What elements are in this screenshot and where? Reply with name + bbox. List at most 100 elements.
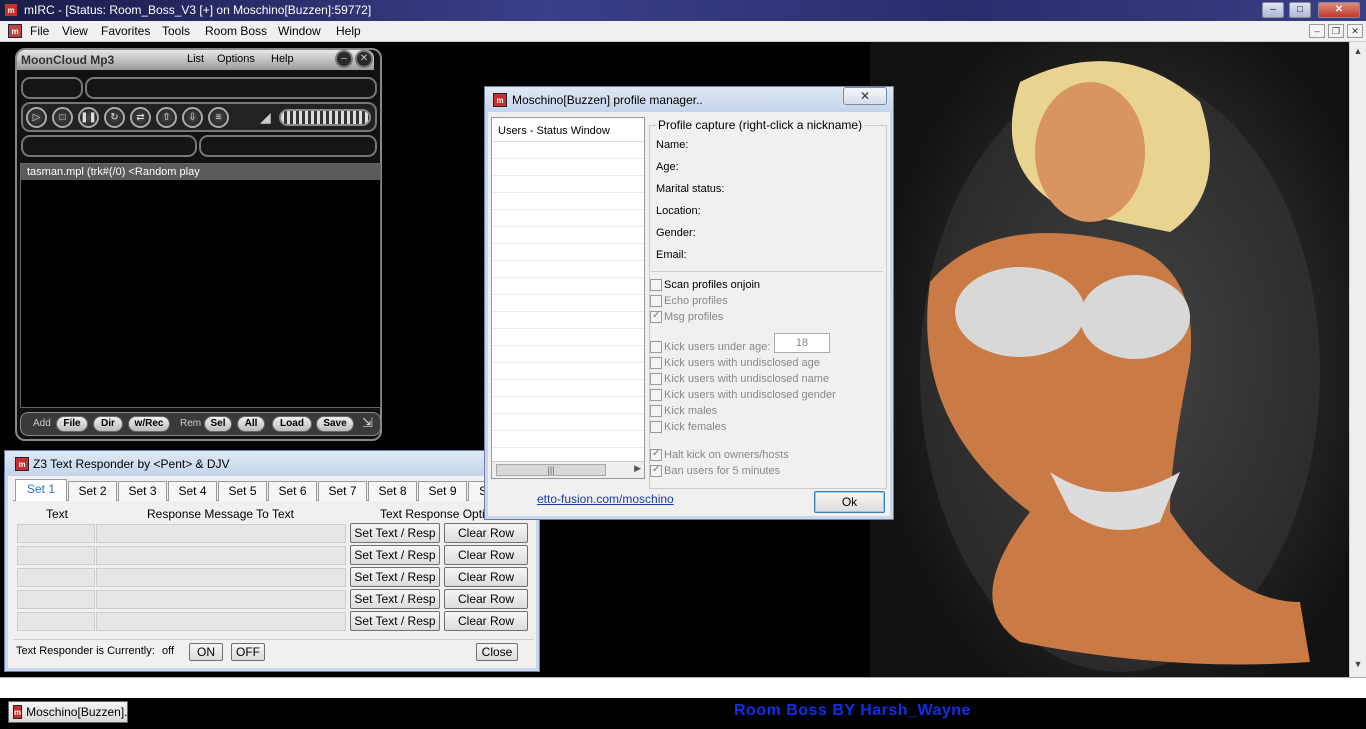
trigger-text-field[interactable]: [17, 590, 95, 609]
player-close-icon[interactable]: ✕: [355, 50, 373, 68]
kick-females-checkbox[interactable]: [650, 421, 662, 433]
menu-help[interactable]: Help: [336, 24, 361, 38]
add-wrec-button[interactable]: w/Rec: [128, 416, 170, 432]
set-text-resp-button[interactable]: Set Text / Resp: [350, 523, 440, 543]
tab-set-1[interactable]: Set 1: [15, 479, 67, 501]
kick-males-checkbox[interactable]: [650, 405, 662, 417]
trigger-text-field[interactable]: [17, 612, 95, 631]
play-icon[interactable]: ▷: [26, 107, 47, 128]
tab-set-3[interactable]: Set 3: [118, 481, 167, 501]
player-controls-bar: ▷ □ ❚❚ ↻ ⇄ ⇧ ⇩ ≡ ◢: [21, 102, 377, 132]
load-button[interactable]: Load: [272, 416, 312, 432]
mdi-restore-button[interactable]: ❐: [1328, 24, 1344, 38]
rem-sel-button[interactable]: Sel: [204, 416, 232, 432]
command-input[interactable]: [0, 677, 1366, 698]
scroll-right-icon[interactable]: ▶: [634, 463, 641, 474]
trigger-text-field[interactable]: [17, 568, 95, 587]
kick-undisclosed-name-checkbox[interactable]: [650, 373, 662, 385]
set-text-resp-button[interactable]: Set Text / Resp: [350, 589, 440, 609]
down-icon[interactable]: ⇩: [182, 107, 203, 128]
kick-undisclosed-gender-checkbox[interactable]: [650, 389, 662, 401]
rem-all-button[interactable]: All: [237, 416, 265, 432]
tab-set-8[interactable]: Set 8: [368, 481, 417, 501]
scroll-up-icon[interactable]: ▲: [1352, 46, 1364, 58]
off-button[interactable]: OFF: [231, 643, 265, 661]
player-playlist[interactable]: tasman.mpl (trk#(/0) <Random play: [20, 163, 381, 408]
response-text-field[interactable]: [96, 546, 346, 565]
mdi-minimize-button[interactable]: –: [1309, 24, 1325, 38]
profile-close-icon[interactable]: ✕: [843, 87, 887, 105]
mdi-close-button[interactable]: ✕: [1347, 24, 1363, 38]
add-dir-button[interactable]: Dir: [93, 416, 123, 432]
tab-set-5[interactable]: Set 5: [218, 481, 267, 501]
mdi-child-icon[interactable]: m: [8, 24, 22, 38]
set-text-resp-button[interactable]: Set Text / Resp: [350, 611, 440, 631]
tab-set-6[interactable]: Set 6: [268, 481, 317, 501]
on-button[interactable]: ON: [189, 643, 223, 661]
clear-row-button[interactable]: Clear Row: [444, 567, 528, 587]
taskbar-window-button[interactable]: m Moschino[Buzzen]...: [8, 701, 134, 723]
col-header-text: Text: [46, 507, 69, 521]
menu-room-boss[interactable]: Room Boss: [205, 24, 267, 38]
up-icon[interactable]: ⇧: [156, 107, 177, 128]
response-text-field[interactable]: [96, 612, 346, 631]
playlist-icon[interactable]: ≡: [208, 107, 229, 128]
kick-under-age-checkbox[interactable]: [650, 341, 662, 353]
tab-set-4[interactable]: Set 4: [168, 481, 217, 501]
minimize-button[interactable]: –: [1262, 2, 1284, 18]
tab-set-2[interactable]: Set 2: [68, 481, 117, 501]
save-button[interactable]: Save: [316, 416, 354, 432]
menu-favorites[interactable]: Favorites: [101, 24, 150, 38]
menu-window[interactable]: Window: [278, 24, 321, 38]
age-limit-input[interactable]: 18: [774, 333, 830, 353]
users-hscrollbar[interactable]: ||| ▶: [492, 461, 644, 478]
ban-users-checkbox[interactable]: [650, 464, 662, 477]
z3-title-bar[interactable]: m Z3 Text Responder by <Pent> & DJV ✕: [5, 451, 539, 476]
stop-icon[interactable]: □: [52, 107, 73, 128]
shuffle-icon[interactable]: ⇄: [130, 107, 151, 128]
player-menu-options[interactable]: Options: [217, 53, 255, 65]
clear-row-button[interactable]: Clear Row: [444, 589, 528, 609]
clear-row-button[interactable]: Clear Row: [444, 523, 528, 543]
moschino-link[interactable]: etto-fusion.com/moschino: [537, 492, 674, 506]
tab-set-9[interactable]: Set 9: [418, 481, 467, 501]
users-scroll-thumb[interactable]: |||: [496, 464, 606, 476]
kick-undisclosed-age-checkbox[interactable]: [650, 357, 662, 369]
ok-button[interactable]: Ok: [814, 491, 885, 513]
trigger-text-field[interactable]: [17, 546, 95, 565]
z3-close-button[interactable]: Close: [476, 643, 518, 661]
volume-slider[interactable]: [279, 109, 371, 126]
set-text-resp-button[interactable]: Set Text / Resp: [350, 567, 440, 587]
add-file-button[interactable]: File: [56, 416, 88, 432]
pause-icon[interactable]: ❚❚: [78, 107, 99, 128]
set-text-resp-button[interactable]: Set Text / Resp: [350, 545, 440, 565]
clear-row-button[interactable]: Clear Row: [444, 545, 528, 565]
halt-kick-checkbox[interactable]: [650, 448, 662, 461]
scan-profiles-checkbox[interactable]: [650, 279, 662, 291]
scroll-down-icon[interactable]: ▼: [1352, 659, 1364, 671]
echo-profiles-checkbox[interactable]: [650, 295, 662, 307]
player-header[interactable]: MoonCloud Mp3 List Options Help – ✕: [17, 50, 374, 70]
response-text-field[interactable]: [96, 524, 346, 543]
kick-undisclosed-age-label: Kick users with undisclosed age: [664, 357, 820, 369]
menu-tools[interactable]: Tools: [162, 24, 190, 38]
close-button[interactable]: ✕: [1318, 2, 1360, 18]
status-scrollbar[interactable]: ▲ ▼: [1349, 42, 1366, 677]
users-list[interactable]: Users - Status Window ||| ▶: [491, 117, 645, 479]
profile-title-bar[interactable]: m Moschino[Buzzen] profile manager.. ✕: [485, 87, 893, 112]
player-menu-help[interactable]: Help: [271, 53, 294, 65]
msg-profiles-checkbox[interactable]: [650, 310, 662, 323]
response-text-field[interactable]: [96, 590, 346, 609]
maximize-button[interactable]: □: [1289, 2, 1311, 18]
trigger-text-field[interactable]: [17, 524, 95, 543]
response-text-field[interactable]: [96, 568, 346, 587]
menu-view[interactable]: View: [62, 24, 88, 38]
clear-row-button[interactable]: Clear Row: [444, 611, 528, 631]
player-minimize-icon[interactable]: –: [335, 50, 353, 68]
resize-icon[interactable]: ⇲: [362, 415, 373, 431]
repeat-icon[interactable]: ↻: [104, 107, 125, 128]
playlist-track[interactable]: tasman.mpl (trk#(/0) <Random play: [21, 164, 380, 180]
player-menu-list[interactable]: List: [187, 53, 204, 65]
tab-set-7[interactable]: Set 7: [318, 481, 367, 501]
menu-file[interactable]: File: [30, 24, 49, 38]
